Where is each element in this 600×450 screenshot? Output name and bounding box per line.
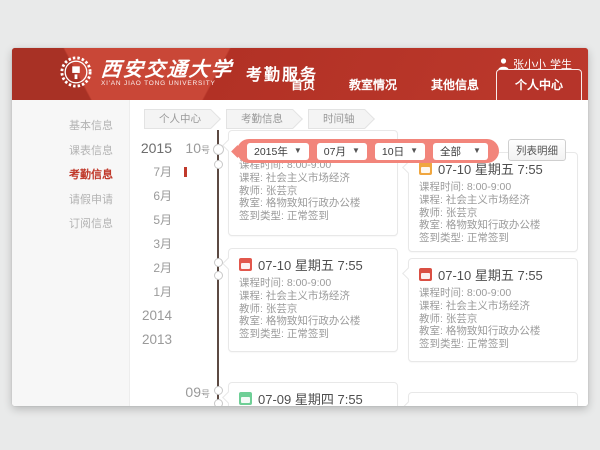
timeline-rail-label[interactable]: 2月 — [130, 256, 182, 280]
card-field: 课程时间: 8:00-9:00 — [419, 287, 567, 300]
breadcrumb-item-1[interactable]: 个人中心 — [144, 109, 211, 129]
calendar-icon — [419, 268, 432, 281]
filter-select-year[interactable]: 2015年 ▼ — [247, 143, 309, 160]
filter-select-value: 全部 — [440, 144, 461, 159]
list-detail-button[interactable]: 列表明细 — [508, 139, 566, 161]
card-field: 签到类型: 正常签到 — [239, 328, 387, 341]
card-title: 07-10 星期五 7:55 — [258, 255, 363, 274]
content-area: 基本信息课表信息考勤信息请假申请订阅信息 个人中心考勤信息时间轴 20157月6… — [12, 100, 588, 406]
caret-down-icon: ▼ — [352, 147, 360, 155]
card-field: 课程时间: 8:00-9:00 — [419, 181, 567, 194]
sidebar-item-timetable-info[interactable]: 课表信息 — [12, 139, 129, 164]
card-field: 课程: 社会主义市场经济 — [239, 290, 387, 303]
timeline-rail-label[interactable]: 2014 — [130, 304, 182, 328]
card-field: 课程时间: 8:00-9:00 — [239, 277, 387, 290]
calendar-icon — [239, 392, 252, 405]
card-field: 教室: 格物致知行政办公楼 — [239, 197, 387, 210]
app-header: 西安交通大学 XI'AN JIAO TONG UNIVERSITY 考勤服务 张… — [12, 48, 588, 100]
timeline-day-marker: 09号 — [160, 384, 210, 402]
timeline-node — [214, 386, 223, 395]
university-seal-logo — [60, 56, 92, 88]
card-field: 教室: 格物致知行政办公楼 — [419, 219, 567, 232]
timeline-rail-label[interactable]: 7月 — [130, 160, 182, 184]
timeline-day-marker: 10号 — [160, 140, 210, 158]
timeline-line — [217, 130, 219, 406]
sidebar-item-basic-info[interactable]: 基本信息 — [12, 114, 129, 139]
timeline-node — [214, 271, 223, 280]
card-field: 课程: 社会主义市场经济 — [239, 172, 387, 185]
timeline-rail-label[interactable]: 2013 — [130, 328, 182, 352]
breadcrumb-item-3[interactable]: 时间轴 — [308, 109, 365, 129]
filter-select-day[interactable]: 10日 ▼ — [375, 143, 425, 160]
card-field: 课程: 社会主义市场经济 — [419, 194, 567, 207]
filter-select-month[interactable]: 07月 ▼ — [317, 143, 367, 160]
attendance-card — [408, 392, 578, 406]
attendance-card: 07-09 星期四 7:55 — [228, 382, 398, 406]
card-field: 签到类型: 正常签到 — [239, 210, 387, 223]
timeline-rail-label[interactable]: 1月 — [130, 280, 182, 304]
filter-select-value: 2015年 — [254, 144, 288, 159]
caret-down-icon: ▼ — [410, 147, 418, 155]
card-field: 教室: 格物致知行政办公楼 — [419, 325, 567, 338]
card-header-row: 07-09 星期四 7:55 — [239, 390, 387, 406]
sidebar-item-leave-application[interactable]: 请假申请 — [12, 188, 129, 213]
nav-item-home[interactable]: 首页 — [274, 70, 332, 100]
nav-item-classrooms[interactable]: 教室情况 — [332, 70, 414, 100]
card-title: 07-09 星期四 7:55 — [258, 389, 363, 407]
card-field: 教师: 张芸京 — [419, 207, 567, 220]
card-field: 签到类型: 正常签到 — [419, 338, 567, 351]
timeline-rail: 20157月6月5月3月2月1月20142013 — [130, 136, 182, 352]
day-suffix: 号 — [201, 389, 210, 399]
day-number: 09 — [185, 384, 201, 400]
timeline-node — [214, 258, 223, 267]
nav-item-other-info[interactable]: 其他信息 — [414, 70, 496, 100]
attendance-card: 07-10 星期五 7:55课程时间: 8:00-9:00课程: 社会主义市场经… — [408, 152, 578, 252]
breadcrumb: 个人中心考勤信息时间轴 — [144, 109, 380, 129]
filter-select-type[interactable]: 全部 ▼ — [433, 143, 488, 160]
caret-down-icon: ▼ — [294, 147, 302, 155]
day-number: 10 — [185, 140, 201, 156]
filter-bar: 2015年 ▼ 07月 ▼ 10日 ▼ 全部 ▼ — [237, 139, 499, 163]
sidebar-item-subscription-info[interactable]: 订阅信息 — [12, 212, 129, 237]
sidebar-item-attendance-info[interactable]: 考勤信息 — [12, 163, 129, 188]
timeline-node — [214, 160, 223, 169]
timeline-node — [213, 144, 224, 155]
card-header-row: 07-10 星期五 7:55 — [419, 266, 567, 282]
card-header-row: 07-10 星期五 7:55 — [239, 256, 387, 272]
calendar-icon — [239, 258, 252, 271]
calendar-icon — [419, 162, 432, 175]
timeline-rail-label[interactable]: 5月 — [130, 208, 182, 232]
attendance-card: 07-10 星期五 7:55 课程时间: 8:00-9:00课程: 社会主义市场经… — [408, 258, 578, 362]
attendance-card: 07-10 星期五 7:55 课程时间: 8:00-9:00课程: 社会主义市场经… — [228, 248, 398, 352]
breadcrumb-item-2[interactable]: 考勤信息 — [226, 109, 293, 129]
timeline-rail-label[interactable]: 6月 — [130, 184, 182, 208]
card-field: 签到类型: 正常签到 — [419, 232, 567, 245]
card-field: 教师: 张芸京 — [239, 185, 387, 198]
filter-select-value: 10日 — [382, 144, 404, 159]
nav-item-personal-center[interactable]: 个人中心 — [496, 69, 582, 100]
card-title: 07-10 星期五 7:55 — [438, 265, 543, 284]
university-name-en: XI'AN JIAO TONG UNIVERSITY — [101, 80, 233, 87]
card-field: 课程: 社会主义市场经济 — [419, 300, 567, 313]
caret-down-icon: ▼ — [473, 147, 481, 155]
day-suffix: 号 — [201, 145, 210, 155]
card-field: 教师: 张芸京 — [239, 303, 387, 316]
timeline-rail-label[interactable]: 3月 — [130, 232, 182, 256]
current-month-marker — [184, 167, 187, 177]
main-nav: 首页教室情况其他信息个人中心 — [274, 74, 582, 100]
app-window: 西安交通大学 XI'AN JIAO TONG UNIVERSITY 考勤服务 张… — [12, 48, 588, 406]
card-field: 教师: 张芸京 — [419, 313, 567, 326]
university-name-cn: 西安交通大学 — [100, 58, 234, 80]
sidebar: 基本信息课表信息考勤信息请假申请订阅信息 — [12, 100, 130, 406]
card-field: 教室: 格物致知行政办公楼 — [239, 315, 387, 328]
brand-titles: 西安交通大学 XI'AN JIAO TONG UNIVERSITY — [101, 58, 233, 87]
timeline-node — [214, 399, 223, 406]
filter-select-value: 07月 — [324, 144, 346, 159]
